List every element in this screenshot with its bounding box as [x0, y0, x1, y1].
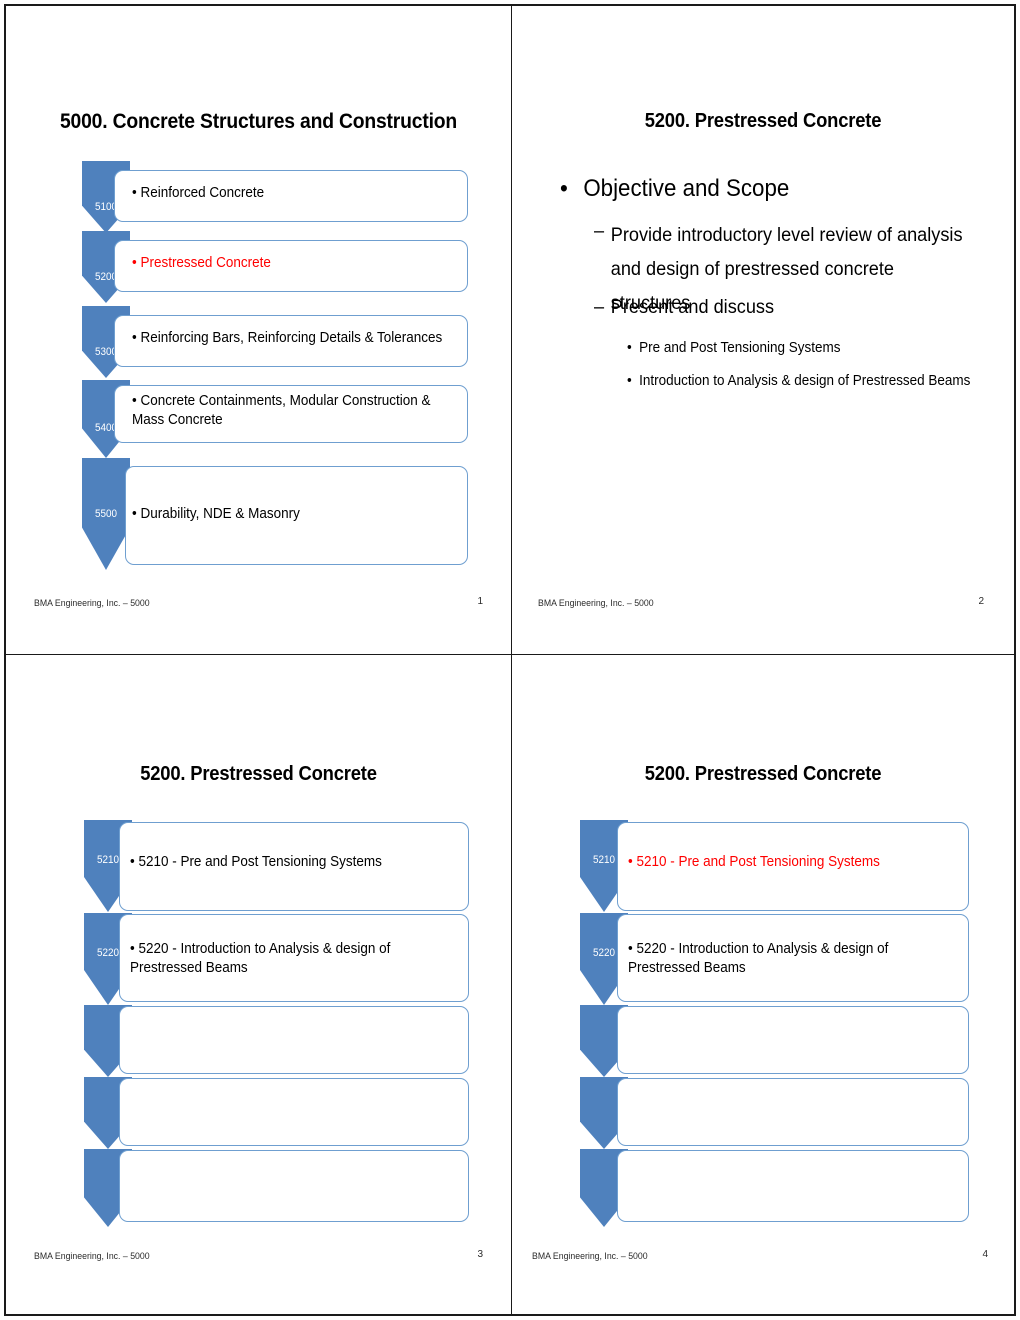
- chevron-row[interactable]: [512, 1077, 1014, 1149]
- bullet-marker: –: [594, 220, 605, 242]
- handout-page: 5000. Concrete Structures and Constructi…: [0, 0, 1020, 1320]
- bullet-text: Objective and Scope: [583, 175, 790, 202]
- chevron-box: [119, 1150, 469, 1222]
- slide-1: 5000. Concrete Structures and Constructi…: [6, 6, 511, 654]
- chevron-row[interactable]: [6, 1005, 511, 1077]
- page-title: 5200. Prestressed Concrete: [644, 110, 882, 132]
- bullet-level-3: • Introduction to Analysis & design of P…: [627, 371, 999, 391]
- chevron-box: [119, 1078, 469, 1146]
- slide-footer-label: BMA Engineering, Inc. – 5000: [532, 1251, 648, 1262]
- chevron-item-text: • Concrete Containments, Modular Constru…: [132, 393, 431, 429]
- page-title: 5200. Prestressed Concrete: [140, 763, 377, 785]
- bullet-level-2: – Present and discuss: [594, 294, 966, 321]
- slide-footer-label: BMA Engineering, Inc. – 5000: [34, 1251, 150, 1262]
- bullet-marker: •: [627, 373, 632, 389]
- slide-page-number: 1: [477, 596, 483, 607]
- chevron-item-text: • 5210 - Pre and Post Tensioning Systems: [628, 854, 880, 870]
- page-title: 5200. Prestressed Concrete: [644, 763, 882, 785]
- slide-page-number: 3: [477, 1249, 483, 1260]
- chevron-item-text: • 5210 - Pre and Post Tensioning Systems: [130, 854, 382, 870]
- chevron-row[interactable]: [512, 1005, 1014, 1077]
- chevron-row[interactable]: 5220 • 5220 - Introduction to Analysis &…: [512, 913, 1014, 1005]
- chevron-row[interactable]: 5400 • Concrete Containments, Modular Co…: [6, 380, 511, 458]
- chevron-row[interactable]: [6, 1149, 511, 1227]
- bullet-marker: –: [594, 296, 605, 318]
- slide-page-number: 4: [982, 1249, 988, 1260]
- chevron-box: [617, 1078, 969, 1146]
- chevron-row[interactable]: 5500 • Durability, NDE & Masonry: [6, 458, 511, 570]
- bullet-level-1: • Objective and Scope: [560, 172, 951, 205]
- chevron-box: [119, 1006, 469, 1074]
- chevron-box: [617, 1006, 969, 1074]
- bullet-marker: •: [627, 340, 632, 356]
- chevron-item-text: • Reinforced Concrete: [132, 185, 265, 201]
- bullet-marker: •: [560, 175, 568, 202]
- chevron-row[interactable]: 5200 • Prestressed Concrete: [6, 231, 511, 303]
- bullet-text: Present and discuss: [610, 296, 775, 318]
- slide-page-number: 2: [978, 596, 984, 607]
- chevron-row[interactable]: 5100 • Reinforced Concrete: [6, 161, 511, 233]
- slide-2: 5200. Prestressed Concrete • Objective a…: [512, 6, 1014, 654]
- chevron-item-text: • Durability, NDE & Masonry: [132, 506, 300, 522]
- chevron-row[interactable]: [6, 1077, 511, 1149]
- chevron-row[interactable]: [512, 1149, 1014, 1227]
- slide-3: 5200. Prestressed Concrete 5210 • 5210 -…: [6, 655, 511, 1314]
- chevron-row[interactable]: 5210 • 5210 - Pre and Post Tensioning Sy…: [512, 820, 1014, 912]
- bullet-text: Introduction to Analysis & design of Pre…: [639, 373, 971, 389]
- chevron-box: [617, 1150, 969, 1222]
- chevron-row[interactable]: 5220 • 5220 - Introduction to Analysis &…: [6, 913, 511, 1005]
- slide-cell-2: 5200. Prestressed Concrete • Objective a…: [512, 4, 1016, 655]
- slide-footer-label: BMA Engineering, Inc. – 5000: [538, 598, 654, 609]
- bullet-text: Pre and Post Tensioning Systems: [639, 340, 841, 356]
- chevron-item-text: • 5220 - Introduction to Analysis & desi…: [130, 941, 391, 977]
- slide-cell-4: 5200. Prestressed Concrete 5210 • 5210 -…: [512, 655, 1016, 1316]
- page-title: 5000. Concrete Structures and Constructi…: [59, 110, 458, 133]
- slide-cell-3: 5200. Prestressed Concrete 5210 • 5210 -…: [4, 655, 512, 1316]
- slide-cell-1: 5000. Concrete Structures and Constructi…: [4, 4, 512, 655]
- chevron-arrow-icon: [82, 458, 130, 570]
- slide-4: 5200. Prestressed Concrete 5210 • 5210 -…: [512, 655, 1014, 1314]
- chevron-row[interactable]: 5210 • 5210 - Pre and Post Tensioning Sy…: [6, 820, 511, 912]
- chevron-row[interactable]: 5300 • Reinforcing Bars, Reinforcing Det…: [6, 306, 511, 378]
- chevron-item-text: • 5220 - Introduction to Analysis & desi…: [628, 941, 889, 977]
- chevron-item-text: • Reinforcing Bars, Reinforcing Details …: [132, 330, 443, 346]
- bullet-level-3: • Pre and Post Tensioning Systems: [627, 338, 980, 358]
- slide-footer-label: BMA Engineering, Inc. – 5000: [34, 598, 150, 609]
- chevron-item-text: • Prestressed Concrete: [132, 255, 271, 271]
